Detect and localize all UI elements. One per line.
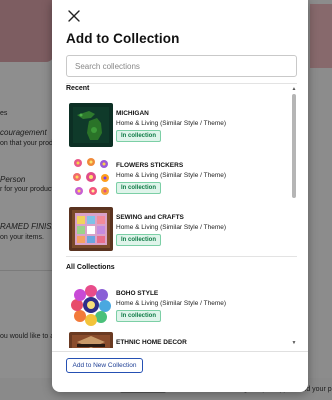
collection-subtitle: Home & Living (Similar Style / Theme) bbox=[116, 224, 227, 231]
collection-title: FLOWERS STICKERS bbox=[116, 162, 184, 169]
close-button[interactable] bbox=[66, 8, 82, 24]
collection-title: ETHNIC HOME DECOR bbox=[116, 339, 187, 346]
in-collection-badge: In collection bbox=[116, 234, 162, 246]
in-collection-badge: In collection bbox=[116, 130, 162, 142]
collection-thumbnail bbox=[69, 155, 113, 199]
collection-item-boho-style[interactable]: BOHO STYLE Home & Living (Similar Style … bbox=[68, 283, 288, 327]
footer-divider bbox=[52, 351, 308, 352]
collection-item-ethnic-home-decor[interactable]: ETHNIC HOME DECOR bbox=[68, 332, 288, 348]
collection-thumbnail bbox=[69, 332, 113, 348]
collections-list: Recent MICHIGAN Home & Living (Similar S… bbox=[66, 84, 297, 348]
search-collections-input[interactable] bbox=[66, 55, 297, 77]
add-to-new-collection-button[interactable]: Add to New Collection bbox=[66, 358, 143, 373]
close-icon bbox=[68, 10, 80, 22]
collection-title: BOHO STYLE bbox=[116, 290, 159, 297]
scrollbar-thumb[interactable] bbox=[292, 94, 296, 198]
section-label-recent: Recent bbox=[66, 85, 90, 92]
scroll-down-arrow-icon[interactable]: ▼ bbox=[290, 340, 298, 346]
collection-subtitle: Home & Living (Similar Style / Theme) bbox=[116, 172, 227, 179]
collection-subtitle: Home & Living (Similar Style / Theme) bbox=[116, 300, 227, 307]
scroll-up-arrow-icon[interactable]: ▲ bbox=[290, 86, 298, 92]
collection-title: SEWING and CRAFTS bbox=[116, 214, 184, 221]
list-top-divider bbox=[66, 83, 297, 84]
modal-title: Add to Collection bbox=[66, 31, 180, 46]
collection-subtitle: Home & Living (Similar Style / Theme) bbox=[116, 120, 227, 127]
add-to-collection-modal: Add to Collection Recent MICHIGAN Home &… bbox=[52, 0, 308, 392]
collection-title: MICHIGAN bbox=[116, 110, 149, 117]
collection-thumbnail bbox=[69, 103, 113, 147]
collection-thumbnail bbox=[69, 207, 113, 251]
section-label-all-collections: All Collections bbox=[66, 264, 115, 271]
list-scrollbar[interactable]: ▲ ▼ bbox=[290, 84, 298, 350]
collection-item-michigan[interactable]: MICHIGAN Home & Living (Similar Style / … bbox=[68, 103, 288, 147]
collection-item-flowers-stickers[interactable]: FLOWERS STICKERS Home & Living (Similar … bbox=[68, 155, 288, 199]
in-collection-badge: In collection bbox=[116, 182, 162, 194]
collection-thumbnail bbox=[69, 283, 113, 327]
section-divider bbox=[66, 256, 297, 257]
collection-item-sewing-and-crafts[interactable]: SEWING and CRAFTS Home & Living (Similar… bbox=[68, 207, 288, 251]
in-collection-badge: In collection bbox=[116, 310, 162, 322]
